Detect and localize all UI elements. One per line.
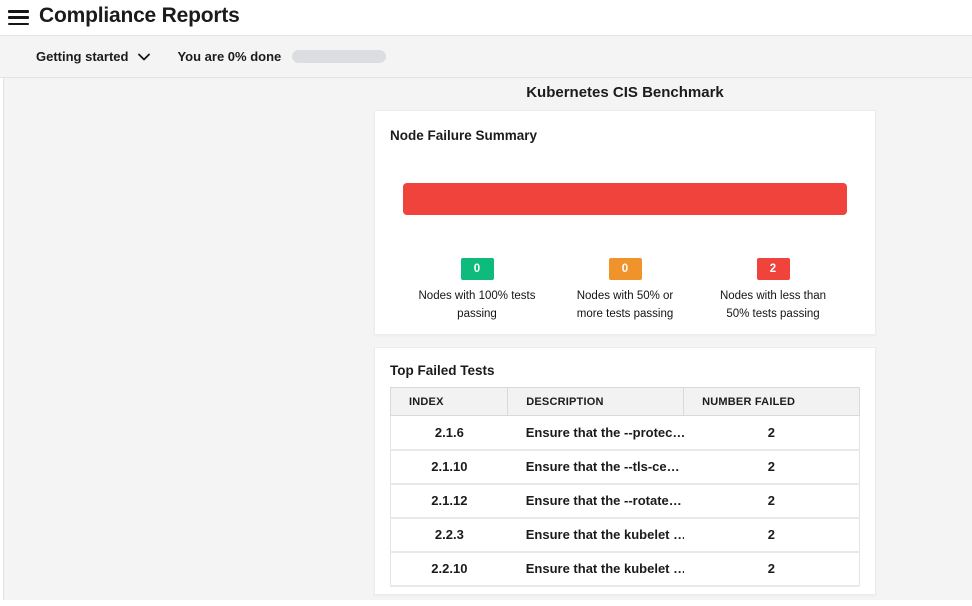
- page-title: Compliance Reports: [39, 4, 240, 28]
- cell-number-failed: 2: [684, 450, 860, 484]
- cell-number-failed: 2: [684, 518, 860, 552]
- benchmark-title: Kubernetes CIS Benchmark: [374, 84, 876, 101]
- node-stat: 0 Nodes with 50% or more tests passing: [551, 258, 699, 324]
- column-header-number-failed: NUMBER FAILED: [684, 388, 860, 416]
- stat-label: Nodes with less than 50% tests passing: [699, 288, 847, 324]
- node-stats-row: 0 Nodes with 100% tests passing 0 Nodes …: [403, 258, 847, 324]
- content-panel: Kubernetes CIS Benchmark Node Failure Su…: [3, 78, 972, 600]
- cell-index: 2.1.6: [391, 416, 508, 450]
- stat-label: Nodes with 50% or more tests passing: [551, 288, 699, 324]
- app-header: Compliance Reports: [0, 0, 972, 35]
- getting-started-label: Getting started: [36, 49, 128, 64]
- stat-count-badge: 0: [461, 258, 494, 280]
- cell-number-failed: 2: [684, 484, 860, 518]
- getting-started-dropdown[interactable]: Getting started: [36, 49, 150, 64]
- stat-count-badge: 2: [757, 258, 790, 280]
- node-stat: 0 Nodes with 100% tests passing: [403, 258, 551, 324]
- cell-number-failed: 2: [684, 416, 860, 450]
- hamburger-menu-icon[interactable]: [8, 10, 29, 25]
- cell-description: Ensure that the --protec…: [508, 416, 684, 450]
- chevron-down-icon: [138, 53, 150, 61]
- cell-number-failed: 2: [684, 552, 860, 586]
- cell-index: 2.2.10: [391, 552, 508, 586]
- top-failed-tests-card: Top Failed Tests INDEX DESCRIPTION NUMBE…: [374, 347, 876, 595]
- cell-index: 2.2.3: [391, 518, 508, 552]
- node-failure-summary-card: Node Failure Summary 0 Nodes with 100% t…: [374, 110, 876, 335]
- getting-started-toolbar: Getting started You are 0% done: [0, 35, 972, 78]
- stat-count-badge: 0: [609, 258, 642, 280]
- column-header-description: DESCRIPTION: [508, 388, 684, 416]
- cell-description: Ensure that the kubelet …: [508, 552, 684, 586]
- cell-index: 2.1.12: [391, 484, 508, 518]
- node-failure-summary-title: Node Failure Summary: [390, 128, 860, 143]
- top-failed-tests-title: Top Failed Tests: [390, 363, 860, 378]
- table-row: 2.1.12 Ensure that the --rotate… 2: [391, 484, 860, 518]
- cell-description: Ensure that the --rotate…: [508, 484, 684, 518]
- stat-label: Nodes with 100% tests passing: [403, 288, 551, 324]
- table-row: 2.2.3 Ensure that the kubelet … 2: [391, 518, 860, 552]
- progress-bar: [292, 50, 386, 63]
- table-row: 2.1.6 Ensure that the --protec… 2: [391, 416, 860, 450]
- table-row: 2.2.10 Ensure that the kubelet … 2: [391, 552, 860, 586]
- bottom-strip: [0, 600, 972, 606]
- cell-description: Ensure that the kubelet …: [508, 518, 684, 552]
- table-row: 2.1.10 Ensure that the --tls-ce… 2: [391, 450, 860, 484]
- table-header-row: INDEX DESCRIPTION NUMBER FAILED: [391, 388, 860, 416]
- column-header-index: INDEX: [391, 388, 508, 416]
- node-failure-stacked-bar: [403, 183, 847, 215]
- progress-text: You are 0% done: [177, 49, 281, 64]
- node-stat: 2 Nodes with less than 50% tests passing: [699, 258, 847, 324]
- top-failed-tests-table: INDEX DESCRIPTION NUMBER FAILED 2.1.6 En…: [390, 387, 860, 587]
- cell-description: Ensure that the --tls-ce…: [508, 450, 684, 484]
- cell-index: 2.1.10: [391, 450, 508, 484]
